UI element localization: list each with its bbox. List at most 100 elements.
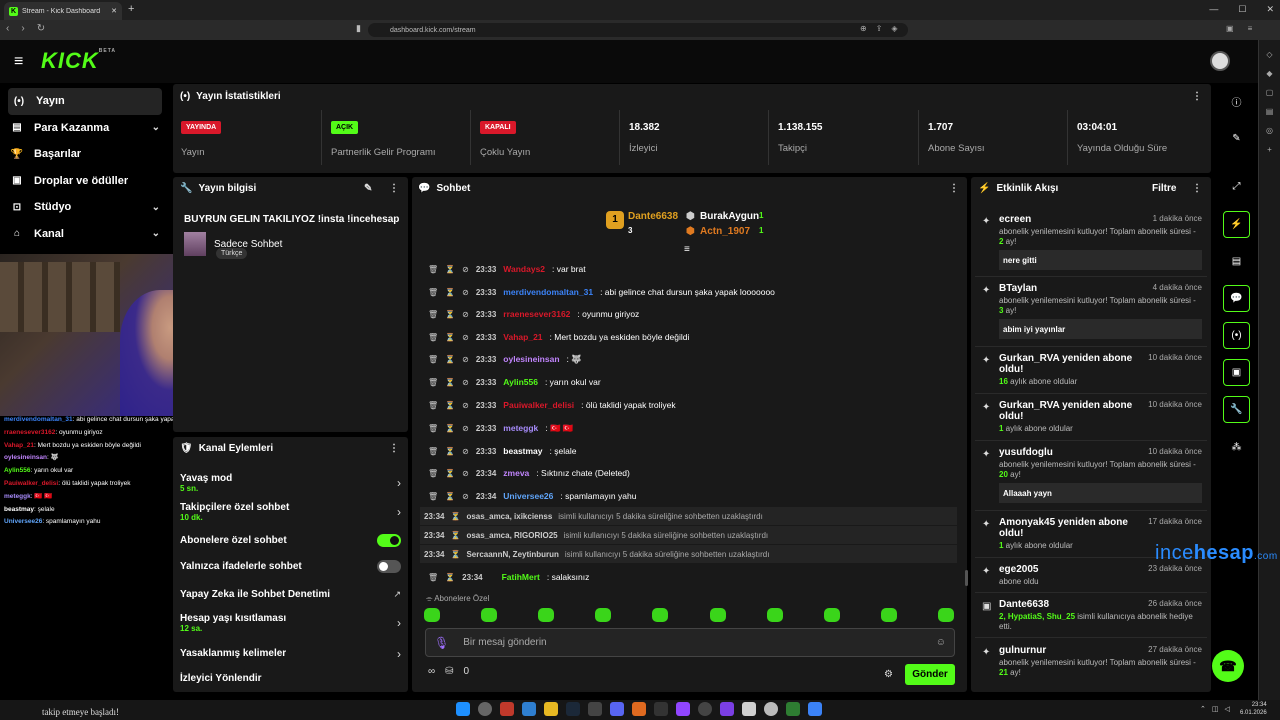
xbox-icon[interactable] <box>786 702 800 716</box>
app-icon[interactable] <box>720 702 734 716</box>
delete-icon[interactable]: 🗑 <box>428 288 438 297</box>
close-window-icon[interactable]: ✕ <box>1266 4 1274 15</box>
timeout-icon[interactable]: ⏳ <box>445 288 455 297</box>
chat-username[interactable]: meteggk <box>503 423 538 433</box>
delete-icon[interactable]: 🗑 <box>428 310 438 319</box>
timeout-icon[interactable]: ⏳ <box>445 378 455 387</box>
timeout-icon[interactable]: ⏳ <box>445 355 455 364</box>
chat-settings-icon[interactable]: ⚙ <box>884 669 893 680</box>
windows-start-icon[interactable] <box>456 702 470 716</box>
ban-icon[interactable]: ⊘ <box>462 447 469 456</box>
expand-icon[interactable]: ⤢ <box>1223 173 1250 200</box>
chat-message[interactable]: 🗑 ⏳ ⊘ 23:33 beastmay: şelale <box>428 440 576 462</box>
ban-icon[interactable]: ⊘ <box>462 355 469 364</box>
network-icon[interactable]: ◫ <box>1212 705 1219 713</box>
app-icon[interactable] <box>632 702 646 716</box>
sidebar-icon[interactable]: ◆ <box>1259 69 1280 78</box>
chat-username[interactable]: Vahap_21 <box>503 332 542 342</box>
forward-icon[interactable]: › <box>21 23 24 34</box>
channel-action-item[interactable]: Yapay Zeka ile Sohbet Denetimi ↗ <box>180 589 405 600</box>
pin-icon[interactable]: ≡ <box>684 244 690 255</box>
chat-message[interactable]: 🗑 ⏳ ⊘ 23:33 rraenesever3162: oyunmu giriyoz <box>428 303 639 325</box>
timeout-icon[interactable]: ⏳ <box>445 469 455 478</box>
timeout-icon[interactable]: ⏳ <box>445 492 455 501</box>
more-options-icon[interactable]: ⋮ <box>389 443 399 454</box>
chrome-icon[interactable] <box>764 702 778 716</box>
chat-username[interactable]: zmeva <box>503 468 529 478</box>
delete-icon[interactable]: 🗑 <box>428 492 438 501</box>
channel-action-item[interactable]: Yalnızca ifadelerle sohbet <box>180 560 405 573</box>
chat-message[interactable]: 🗑 ⏳ ⊘ 23:33 Aylin556: yarın okul var <box>428 371 601 393</box>
ban-icon[interactable]: ⊘ <box>462 378 469 387</box>
filter-button[interactable]: Filtre <box>1152 183 1176 194</box>
chat-icon[interactable]: 💬 <box>1223 285 1250 312</box>
maximize-icon[interactable]: ☐ <box>1238 4 1246 15</box>
ban-icon[interactable]: ⊘ <box>462 469 469 478</box>
discord-icon[interactable] <box>610 702 624 716</box>
chat-message[interactable]: 🗑 ⏳ ⊘ 23:34 zmeva: Sıktınız chate (Deleted) <box>428 462 630 484</box>
app-icon[interactable] <box>522 702 536 716</box>
chat-message[interactable]: 🗑 ⏳ ⊘ 23:34 Universee26: spamlamayın yahu <box>428 485 636 507</box>
minimize-icon[interactable]: — <box>1209 4 1218 15</box>
emote-icon[interactable] <box>766 608 783 622</box>
zoom-icon[interactable]: ⊕ <box>860 24 867 33</box>
delete-icon[interactable]: 🗑 <box>428 355 438 364</box>
emote-icon[interactable] <box>481 608 498 622</box>
chat-message[interactable]: 🗑 ⏳ 23:34 FatihMert: salaksınız <box>428 566 589 588</box>
chat-username[interactable]: Universee26 <box>503 491 553 501</box>
chat-username[interactable]: Pauiwalker_delisi <box>503 400 574 410</box>
ban-icon[interactable]: ⊘ <box>462 424 469 433</box>
chat-message[interactable]: 🗑 ⏳ ⊘ 23:33 Vahap_21: Mert bozdu ya eskiden … <box>428 326 689 348</box>
ban-icon[interactable]: ⊘ <box>462 288 469 297</box>
timeout-icon[interactable]: ⏳ <box>445 333 455 342</box>
chevron-up-icon[interactable]: ⌃ <box>1200 705 1206 713</box>
nav-item-yayin[interactable]: (•) Yayın <box>8 88 162 115</box>
gift-icon[interactable]: ⛁ <box>445 666 453 677</box>
chat-message[interactable]: 🗑 ⏳ ⊘ 23:33 oylesineinsan: 🐺 <box>428 348 582 370</box>
steam-icon[interactable] <box>566 702 580 716</box>
nav-item-para-kazanma[interactable]: ▤ Para Kazanma ⌄ <box>0 115 170 142</box>
volume-icon[interactable]: ◁ <box>1225 705 1230 713</box>
delete-icon[interactable]: 🗑 <box>428 573 438 582</box>
emote-icon[interactable] <box>424 608 440 622</box>
delete-icon[interactable]: 🗑 <box>428 469 438 478</box>
chat-username[interactable]: beastmay <box>503 446 542 456</box>
ban-icon[interactable]: ⊘ <box>462 265 469 274</box>
bookmark-icon[interactable]: ▮ <box>356 23 361 34</box>
share-icon[interactable]: ⇪ <box>876 24 883 33</box>
channel-action-item[interactable]: Abonelere özel sohbet <box>180 534 405 547</box>
chat-message[interactable]: 🗑 ⏳ ⊘ 23:33 merdivendomaltan_31: abi gelince… <box>428 281 775 303</box>
chat-message[interactable]: 🗑 ⏳ ⊘ 23:33 Wandays2: var brat <box>428 258 586 280</box>
emote-icon[interactable] <box>538 608 555 622</box>
add-icon[interactable]: + <box>1259 145 1280 154</box>
channel-action-item[interactable]: Yasaklanmış kelimeler › <box>180 647 405 661</box>
document-icon[interactable]: ▤ <box>1223 248 1250 275</box>
more-options-icon[interactable]: ⋮ <box>389 183 399 194</box>
url-field[interactable]: dashboard.kick.com/stream <box>368 23 908 37</box>
app-icon[interactable] <box>808 702 822 716</box>
emote-icon[interactable] <box>595 608 612 622</box>
layout-icon[interactable]: ▣ <box>1223 359 1250 386</box>
nav-item-basarilar[interactable]: 🏆 Başarılar <box>0 141 170 168</box>
wrench-icon[interactable]: 🔧 <box>1223 396 1250 423</box>
more-options-icon[interactable]: ⋮ <box>1192 183 1202 194</box>
emote-icon[interactable] <box>880 608 897 622</box>
edit-icon[interactable]: ✎ <box>1223 125 1250 152</box>
twitch-icon[interactable] <box>676 702 690 716</box>
broadcast-icon[interactable]: (•) <box>1223 322 1250 349</box>
ban-icon[interactable]: ⊘ <box>462 310 469 319</box>
extensions-icon[interactable]: ▣ <box>1226 24 1234 33</box>
more-options-icon[interactable]: ⋮ <box>1192 91 1202 102</box>
more-options-icon[interactable]: ⋮ <box>949 183 959 194</box>
emoji-icon[interactable]: ☺ <box>936 637 946 648</box>
close-tab-icon[interactable]: ✕ <box>111 7 117 15</box>
timeout-icon[interactable]: ⏳ <box>445 573 455 582</box>
app-icon[interactable] <box>742 702 756 716</box>
sidebar-icon[interactable]: ▢ <box>1259 88 1280 97</box>
emote-icon[interactable] <box>709 608 726 622</box>
lightning-icon[interactable]: ⚡ <box>1223 211 1250 238</box>
brave-icon[interactable] <box>500 702 514 716</box>
timeout-icon[interactable]: ⏳ <box>445 447 455 456</box>
delete-icon[interactable]: 🗑 <box>428 333 438 342</box>
taskbar-clock[interactable]: 23:34 6.01.2026 <box>1240 701 1267 717</box>
